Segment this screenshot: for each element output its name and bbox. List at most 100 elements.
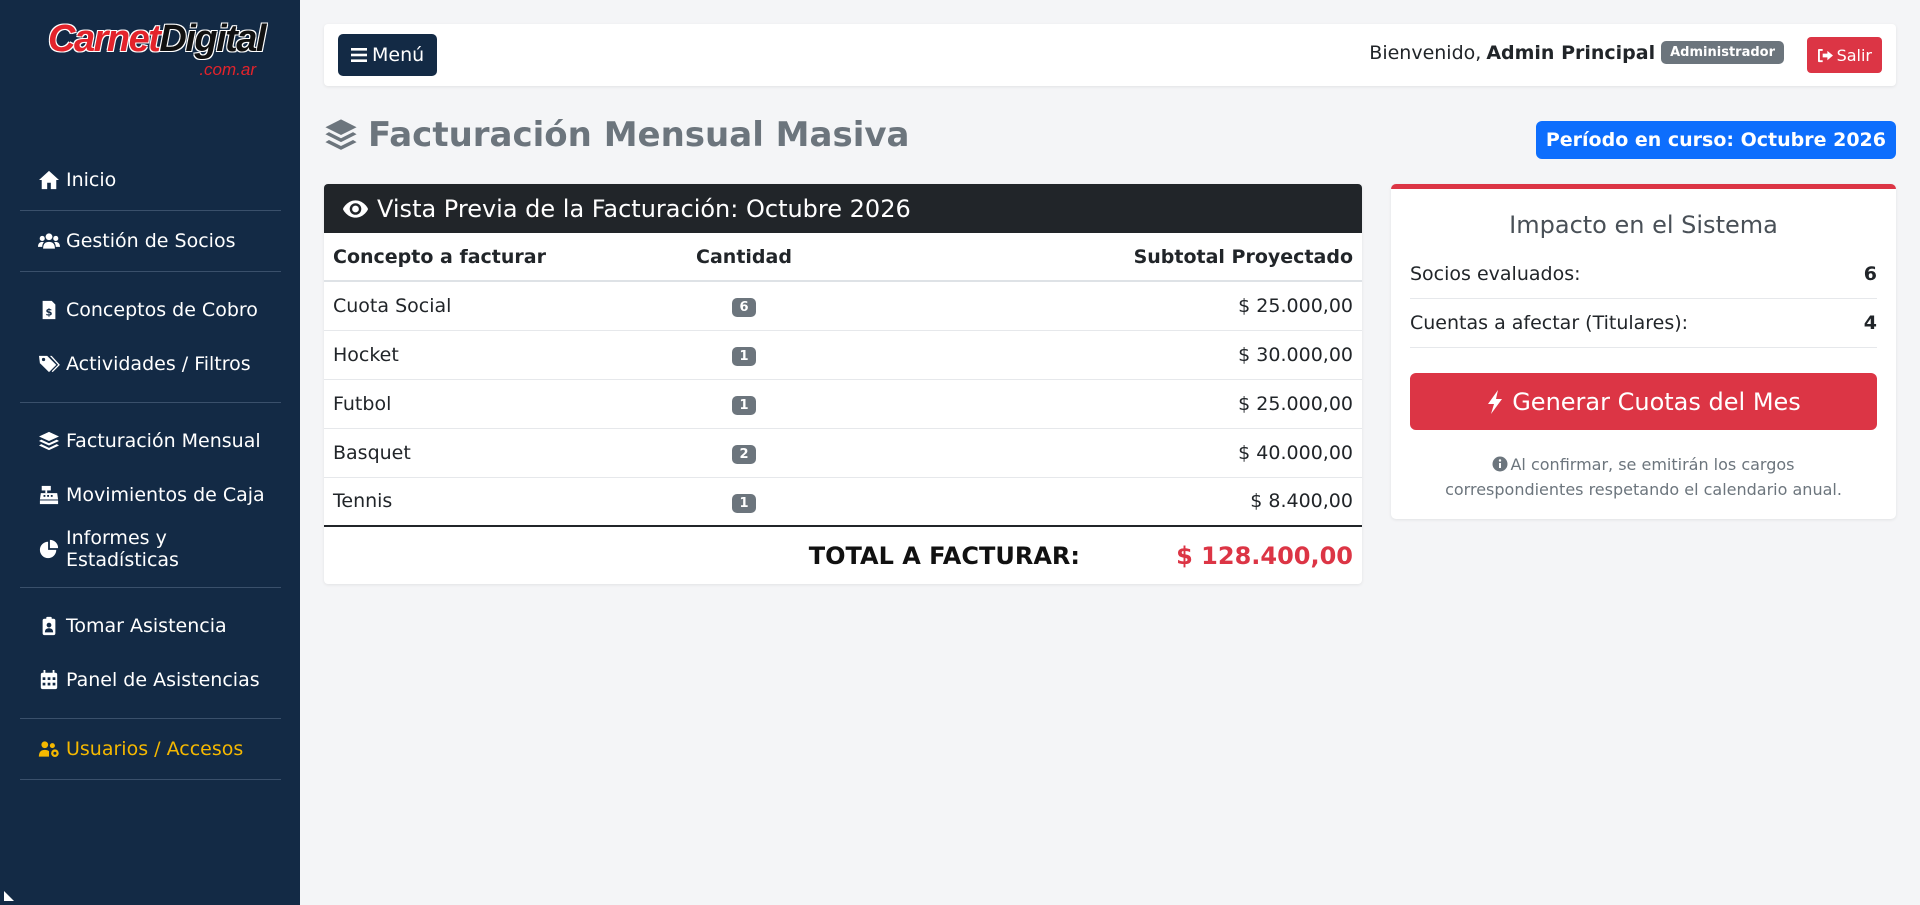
menu-toggle-label: Menú [372, 44, 425, 66]
cash-register-icon [39, 485, 59, 505]
billing-preview-title: Vista Previa de la Facturación: Octubre … [377, 194, 911, 223]
pie-chart-icon [39, 539, 59, 559]
top-bar: Menú Bienvenido, Admin Principal Adminis… [324, 24, 1896, 86]
page-title: Facturación Mensual Masiva [324, 115, 909, 155]
table-row: Futbol 1 $ 25.000,00 [324, 379, 1362, 429]
welcome-message: Bienvenido, Admin Principal Administrado… [1369, 41, 1784, 64]
cell-concept: Hocket [324, 330, 654, 380]
sidebar-item-label: Tomar Asistencia [66, 615, 227, 637]
nav-group-facturacion: Facturación Mensual Movimientos de Caja … [20, 403, 281, 588]
sidebar-item-usuarios-accesos[interactable]: Usuarios / Accesos [20, 722, 281, 776]
sidebar-item-label: Facturación Mensual [66, 430, 261, 452]
eye-icon [342, 199, 369, 218]
nav-group-asistencia: Tomar Asistencia Panel de Asistencias [20, 588, 281, 719]
socios-evaluados-label: Socios evaluados: [1410, 263, 1581, 285]
generate-fees-button[interactable]: Generar Cuotas del Mes [1410, 373, 1877, 430]
cuentas-afectar-label: Cuentas a afectar (Titulares): [1410, 312, 1689, 334]
cuentas-afectar-value: 4 [1863, 312, 1877, 334]
table-header-row: Concepto a facturar Cantidad Subtotal Pr… [324, 233, 1362, 282]
user-name: Admin Principal [1486, 41, 1656, 64]
logout-label: Salir [1836, 45, 1872, 65]
total-row: TOTAL A FACTURAR: $ 128.400,00 [324, 527, 1362, 584]
sidebar-nav: Inicio Gestión de Socios $ Conceptos de … [20, 150, 281, 780]
sidebar-item-label: Actividades / Filtros [66, 353, 251, 375]
role-badge: Administrador [1661, 41, 1784, 64]
quantity-badge: 1 [732, 347, 756, 366]
cell-subtotal: $ 40.000,00 [834, 428, 1362, 478]
layers-icon [39, 431, 59, 451]
users-gear-icon [38, 741, 59, 758]
table-row: Cuota Social 6 $ 25.000,00 [324, 281, 1362, 331]
table-row: Basquet 2 $ 40.000,00 [324, 428, 1362, 478]
logo-brand-part2: Digital [159, 18, 266, 60]
table-row: Hocket 1 $ 30.000,00 [324, 330, 1362, 380]
bolt-icon [1488, 389, 1503, 414]
cell-subtotal: $ 25.000,00 [834, 379, 1362, 429]
generate-fees-label: Generar Cuotas del Mes [1512, 387, 1801, 416]
info-circle-icon [1492, 456, 1508, 472]
impact-note: Al confirmar, se emitirán los cargos cor… [1421, 452, 1866, 502]
sign-out-icon [1817, 48, 1833, 62]
calendar-icon [40, 670, 58, 690]
resize-handle-icon[interactable] [4, 891, 14, 901]
cell-concept: Basquet [324, 428, 654, 478]
logo-brand-part1: Carnet [48, 18, 161, 60]
impact-title: Impacto en el Sistema [1509, 211, 1778, 239]
nav-group-socios: Gestión de Socios [20, 211, 281, 272]
welcome-prefix: Bienvenido, [1369, 41, 1482, 64]
cell-concept: Cuota Social [324, 281, 654, 331]
sidebar-item-inicio[interactable]: Inicio [20, 153, 281, 207]
sidebar-item-panel-asistencias[interactable]: Panel de Asistencias [20, 653, 281, 707]
cell-subtotal: $ 30.000,00 [834, 330, 1362, 380]
nav-group-usuarios: Usuarios / Accesos [20, 719, 281, 780]
svg-text:$: $ [46, 307, 53, 318]
sidebar-item-conceptos-cobro[interactable]: $ Conceptos de Cobro [20, 283, 281, 337]
quantity-badge: 6 [732, 298, 756, 318]
clipboard-user-icon [42, 616, 56, 636]
sidebar-item-movimientos-caja[interactable]: Movimientos de Caja [20, 468, 281, 522]
socios-evaluados-value: 6 [1863, 263, 1877, 285]
layers-icon [325, 119, 357, 150]
logout-button[interactable]: Salir [1806, 37, 1882, 73]
hamburger-icon [351, 48, 367, 62]
sidebar-item-label: Conceptos de Cobro [66, 299, 258, 321]
column-header-concepto: Concepto a facturar [324, 233, 654, 282]
sidebar: CarnetDigital .com.ar Inicio Gestión de … [0, 0, 300, 905]
column-header-cantidad: Cantidad [654, 233, 834, 282]
billing-table: Concepto a facturar Cantidad Subtotal Pr… [324, 233, 1362, 527]
sidebar-item-actividades[interactable]: Actividades / Filtros [20, 337, 281, 391]
sidebar-item-label: Usuarios / Accesos [66, 738, 244, 760]
sidebar-item-label: Gestión de Socios [66, 230, 236, 252]
quantity-badge: 1 [732, 396, 756, 415]
users-icon [38, 233, 60, 249]
tags-icon [39, 355, 60, 373]
billing-preview-card: Vista Previa de la Facturación: Octubre … [324, 184, 1362, 584]
sidebar-item-facturacion[interactable]: Facturación Mensual [20, 414, 281, 468]
socios-evaluados-row: Socios evaluados: 6 [1410, 250, 1877, 299]
home-icon [39, 170, 59, 190]
total-value: $ 128.400,00 [1176, 542, 1353, 570]
system-impact-card: Impacto en el Sistema Socios evaluados: … [1391, 184, 1896, 519]
invoice-dollar-icon: $ [42, 300, 56, 320]
billing-preview-header: Vista Previa de la Facturación: Octubre … [324, 184, 1362, 233]
sidebar-item-informes[interactable]: Informes y Estadísticas [20, 522, 281, 576]
carnet-digital-logo[interactable]: CarnetDigital .com.ar [48, 18, 266, 84]
cuentas-afectar-row: Cuentas a afectar (Titulares): 4 [1410, 299, 1877, 348]
cell-subtotal: $ 8.400,00 [834, 477, 1362, 527]
cell-concept: Futbol [324, 379, 654, 429]
period-badge: Período en curso: Octubre 2026 [1535, 121, 1896, 159]
sidebar-item-label: Inicio [66, 169, 117, 191]
quantity-badge: 2 [732, 445, 756, 464]
sidebar-item-label: Movimientos de Caja [66, 484, 265, 506]
total-label: TOTAL A FACTURAR: [808, 542, 1080, 570]
table-row: Tennis 1 $ 8.400,00 [324, 477, 1362, 527]
sidebar-item-label: Informes y Estadísticas [66, 527, 179, 571]
sidebar-item-gestion-socios[interactable]: Gestión de Socios [20, 214, 281, 268]
sidebar-item-tomar-asistencia[interactable]: Tomar Asistencia [20, 599, 281, 653]
nav-group-home: Inicio [20, 150, 281, 211]
nav-group-conceptos: $ Conceptos de Cobro Actividades / Filtr… [20, 272, 281, 403]
menu-toggle-button[interactable]: Menú [338, 34, 438, 76]
quantity-badge: 1 [732, 493, 756, 513]
cell-subtotal: $ 25.000,00 [834, 281, 1362, 331]
page-title-text: Facturación Mensual Masiva [368, 115, 910, 155]
